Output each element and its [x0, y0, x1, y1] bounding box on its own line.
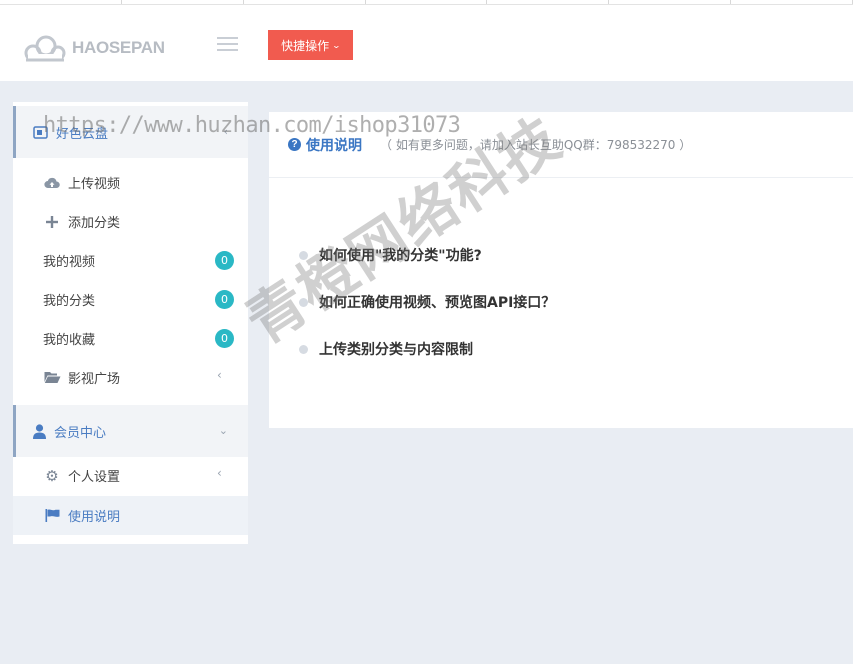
- sidebar-item-label: 影视广场: [68, 372, 121, 387]
- page-title: 使用说明: [306, 137, 362, 154]
- chevron-left-icon: ‹: [217, 466, 222, 480]
- sidebar-item-label: 个人设置: [68, 470, 121, 485]
- count-badge: 0: [215, 251, 234, 270]
- count-badge: 0: [215, 329, 234, 348]
- chevron-down-icon: ⌄: [218, 424, 228, 437]
- faq-item[interactable]: 如何正确使用视频、预览图API接口？: [299, 292, 555, 312]
- faq-question: 如何正确使用视频、预览图API接口？: [319, 295, 556, 311]
- cloud-logo-icon: [24, 35, 66, 62]
- main-panel: ? 使用说明 （ 如有更多问题，请加入站长互助QQ群：798532270 ） 如…: [269, 112, 853, 428]
- count-badge: 0: [215, 290, 234, 309]
- faq-question: 上传类别分类与内容限制: [319, 342, 473, 358]
- sidebar-group-member[interactable]: 会员中心 ⌄: [13, 405, 248, 457]
- hamburger-menu-icon[interactable]: [217, 37, 238, 51]
- sidebar-item-label: 我的视频: [43, 255, 96, 270]
- bullet-dot-icon: [299, 297, 308, 307]
- user-icon: [33, 423, 46, 439]
- sidebar-item-my-favorites[interactable]: 我的收藏 0: [13, 319, 248, 358]
- video-disk-icon: [33, 125, 48, 139]
- chevron-down-icon: ⌄: [331, 40, 342, 50]
- header: HAOSEPAN 快捷操作 ⌄: [0, 5, 853, 81]
- plus-icon: [43, 215, 61, 228]
- help-hint: （ 如有更多问题，请加入站长互助QQ群：798532270 ）: [380, 138, 692, 152]
- sidebar-item-usage-guide[interactable]: 使用说明: [13, 496, 248, 535]
- sidebar-item-label: 上传视频: [68, 177, 121, 192]
- sidebar-group-disk[interactable]: 好色云盘 ‹: [13, 106, 248, 158]
- sidebar-item-label: 我的分类: [43, 294, 96, 309]
- flag-icon: [43, 509, 61, 522]
- panel-header: ? 使用说明 （ 如有更多问题，请加入站长互助QQ群：798532270 ）: [269, 112, 853, 178]
- sidebar-item-upload-video[interactable]: 上传视频: [13, 163, 248, 202]
- folder-open-icon: [43, 371, 61, 384]
- logo-text: HAOSEPAN: [72, 38, 165, 57]
- faq-item[interactable]: 如何使用"我的分类"功能?: [299, 245, 482, 265]
- bullet-dot-icon: [299, 250, 308, 260]
- gear-icon: ⚙: [45, 466, 59, 485]
- sidebar-item-add-category[interactable]: 添加分类: [13, 202, 248, 241]
- chevron-left-icon: ‹: [217, 368, 222, 382]
- cloud-upload-icon: [43, 177, 61, 189]
- sidebar-item-label: 使用说明: [68, 510, 121, 525]
- logo[interactable]: HAOSEPAN: [22, 33, 165, 63]
- sidebar-group-disk-label: 好色云盘: [56, 126, 109, 142]
- sidebar-item-label: 添加分类: [68, 216, 121, 231]
- sidebar-group-member-label: 会员中心: [54, 425, 107, 441]
- faq-item[interactable]: 上传类别分类与内容限制: [299, 339, 473, 359]
- sidebar-item-label: 我的收藏: [43, 333, 96, 348]
- quick-action-button[interactable]: 快捷操作 ⌄: [268, 30, 353, 60]
- faq-question: 如何使用"我的分类"功能?: [319, 248, 482, 264]
- quick-action-label: 快捷操作: [281, 38, 330, 53]
- sidebar-item-movie-square[interactable]: 影视广场 ‹: [13, 358, 248, 397]
- bullet-dot-icon: [299, 344, 308, 354]
- sidebar-item-my-videos[interactable]: 我的视频 0: [13, 241, 248, 280]
- sidebar: 好色云盘 ‹ 上传视频 添加分类 我的视频 0 我的分类 0 我的收藏 0 影视…: [13, 102, 248, 544]
- sidebar-item-my-categories[interactable]: 我的分类 0: [13, 280, 248, 319]
- question-circle-icon: ?: [288, 138, 301, 151]
- sidebar-item-personal-settings[interactable]: ⚙ 个人设置 ‹: [13, 456, 248, 495]
- chevron-left-icon: ‹: [223, 125, 228, 138]
